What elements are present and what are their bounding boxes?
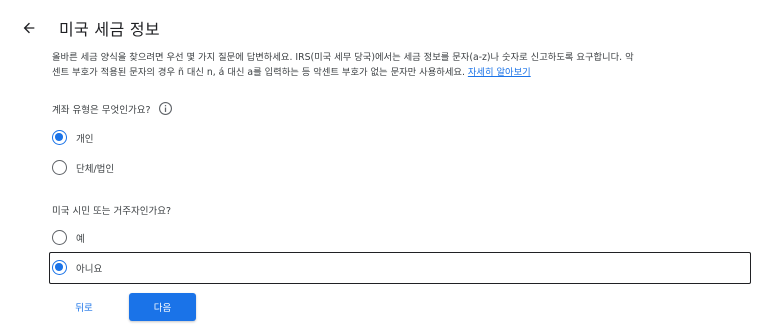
description: 올바른 세금 양식을 찾으려면 우선 몇 가지 질문에 답변하세요. IRS(미…: [52, 50, 752, 80]
description-line-1: 올바른 세금 양식을 찾으려면 우선 몇 가지 질문에 답변하세요. IRS(미…: [52, 52, 634, 63]
option-label-yes: 예: [76, 233, 85, 245]
page-title: 미국 세금 정보: [59, 20, 160, 39]
learn-more-link[interactable]: 자세히 알아보기: [468, 67, 531, 78]
account-type-question-label: 계좌 유형은 무엇인가요?: [52, 104, 151, 116]
tax-info-page: 미국 세금 정보 올바른 세금 양식을 찾으려면 우선 몇 가지 질문에 답변하…: [0, 0, 773, 332]
back-button[interactable]: 뒤로: [64, 294, 104, 320]
next-button[interactable]: 다음: [129, 293, 196, 321]
arrow-back-icon: [23, 22, 35, 34]
account-type-question: 계좌 유형은 무엇인가요?: [52, 101, 173, 116]
us-person-question: 미국 시민 또는 거주자인가요?: [52, 203, 171, 217]
radio-individual[interactable]: [52, 130, 67, 145]
account-type-option-individual[interactable]: 개인: [52, 130, 93, 145]
focused-option-outline: [49, 252, 751, 284]
radio-yes[interactable]: [52, 230, 67, 245]
back-arrow-button[interactable]: [18, 17, 40, 39]
us-person-option-yes[interactable]: 예: [52, 230, 85, 245]
header: 미국 세금 정보: [18, 14, 160, 42]
us-person-option-no[interactable]: 아니요: [52, 260, 102, 275]
option-label-entity: 단체/법인: [76, 163, 115, 175]
description-line-2: 센트 부호가 적용된 문자의 경우 ñ 대신 n, á 대신 a를 입력하는 등…: [52, 67, 465, 78]
info-icon[interactable]: [158, 101, 173, 116]
option-label-individual: 개인: [76, 133, 94, 145]
account-type-option-entity[interactable]: 단체/법인: [52, 160, 114, 175]
radio-entity[interactable]: [52, 160, 67, 175]
option-label-no: 아니요: [76, 263, 103, 275]
radio-no[interactable]: [52, 260, 67, 275]
us-person-question-label: 미국 시민 또는 거주자인가요?: [52, 206, 171, 217]
